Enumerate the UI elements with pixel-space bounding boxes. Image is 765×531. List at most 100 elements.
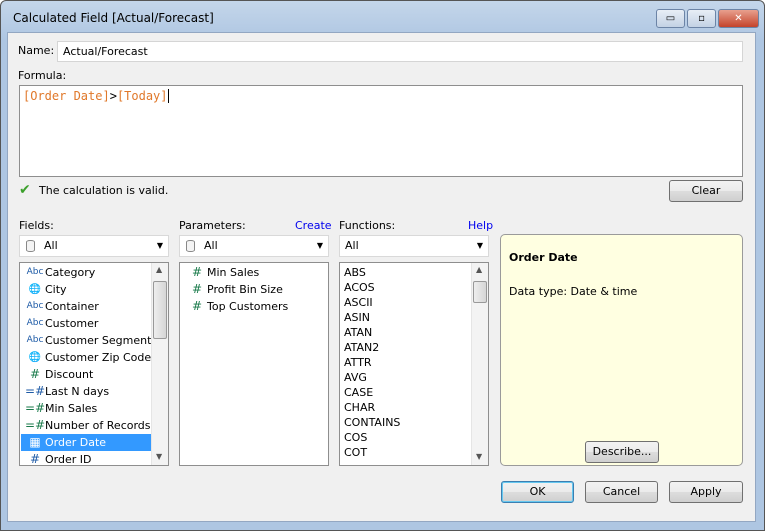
number-icon: # — [29, 367, 41, 381]
field-label: Customer Segment — [45, 334, 152, 347]
status-text: The calculation is valid. — [39, 184, 169, 197]
field-label: Min Sales — [45, 402, 98, 415]
globe-icon: 🌐 — [28, 284, 42, 295]
parameters-filter-value: All — [204, 239, 218, 252]
info-title: Order Date — [509, 251, 578, 264]
info-detail: Data type: Date & time — [509, 285, 638, 298]
create-parameter-link[interactable]: Create — [295, 219, 332, 232]
chevron-down-icon: ▼ — [316, 241, 323, 250]
fields-scrollbar[interactable]: ▲ ▼ — [151, 263, 168, 465]
fields-filter-dropdown[interactable]: All ▼ — [19, 235, 169, 257]
formula-operator: > — [109, 89, 117, 103]
close-button[interactable]: ✕ — [718, 9, 759, 28]
parameter-label: Profit Bin Size — [207, 283, 283, 296]
function-item[interactable]: ACOS — [341, 280, 487, 295]
functions-label: Functions: — [339, 219, 396, 232]
field-item[interactable]: =# Min Sales — [21, 400, 167, 417]
function-item[interactable]: COS — [341, 430, 487, 445]
function-item[interactable]: ABS — [341, 265, 487, 280]
maximize-button[interactable]: ▫ — [687, 9, 716, 28]
calculated-number-icon: =# — [25, 418, 46, 432]
cancel-button[interactable]: Cancel — [585, 481, 658, 503]
describe-button[interactable]: Describe... — [585, 441, 659, 463]
field-label: Number of Records — [45, 419, 151, 432]
formula-field-today: [Today] — [116, 89, 169, 103]
number-icon: # — [191, 299, 203, 313]
field-item[interactable]: =# Last N days — [21, 383, 167, 400]
calculated-number-icon: =# — [25, 384, 46, 398]
text-type-icon: Abc — [26, 318, 44, 328]
function-item[interactable]: ATTR — [341, 355, 487, 370]
text-type-icon: Abc — [26, 301, 44, 311]
field-label: Discount — [45, 368, 94, 381]
calculated-number-icon: =# — [25, 401, 46, 415]
function-item[interactable]: AVG — [341, 370, 487, 385]
parameter-label: Min Sales — [207, 266, 260, 279]
field-label: Order Date — [45, 436, 107, 449]
formula-label: Formula: — [18, 69, 67, 82]
valid-check-icon: ✔ — [19, 182, 31, 198]
parameters-list[interactable]: # Min Sales # Profit Bin Size # Top Customers — [179, 262, 329, 466]
fields-label: Fields: — [19, 219, 54, 232]
function-item[interactable]: CASE — [341, 385, 487, 400]
number-icon: # — [191, 265, 203, 279]
window-title: Calculated Field [Actual/Forecast] — [13, 11, 214, 25]
field-label: City — [45, 283, 67, 296]
database-icon — [26, 240, 35, 252]
functions-filter-dropdown[interactable]: All ▼ — [339, 235, 489, 257]
chevron-down-icon: ▼ — [476, 241, 483, 250]
function-item[interactable]: CHAR — [341, 400, 487, 415]
scrollbar-thumb[interactable] — [153, 281, 167, 339]
fields-list[interactable]: Abc Category 🌐 City Abc Container Abc Customer A… — [19, 262, 169, 466]
name-input[interactable]: Actual/Forecast — [57, 41, 743, 62]
globe-icon: 🌐 — [28, 352, 42, 363]
parameters-filter-dropdown[interactable]: All ▼ — [179, 235, 329, 257]
chevron-down-icon: ▼ — [156, 241, 163, 250]
fields-filter-value: All — [44, 239, 58, 252]
field-item[interactable]: =# Number of Records — [21, 417, 167, 434]
date-time-icon: ▦ — [29, 435, 41, 449]
field-label: Last N days — [45, 385, 110, 398]
parameter-item[interactable]: # Min Sales — [181, 264, 327, 281]
info-panel: Order Date Data type: Date & time Descri… — [500, 234, 743, 466]
field-label: Customer — [45, 317, 99, 330]
text-type-icon: Abc — [26, 335, 44, 345]
functions-scrollbar[interactable]: ▲ ▼ — [471, 263, 488, 465]
ok-button[interactable]: OK — [501, 481, 574, 503]
field-label: Category — [45, 266, 96, 279]
field-item[interactable]: Abc Customer Segment — [21, 332, 167, 349]
field-label: Order ID — [45, 453, 92, 466]
parameters-label: Parameters: — [179, 219, 246, 232]
clear-button[interactable]: Clear — [669, 180, 743, 202]
function-item[interactable]: COT — [341, 445, 487, 460]
field-item[interactable]: # Order ID — [21, 451, 167, 466]
field-label: Container — [45, 300, 99, 313]
minimize-button[interactable]: ▭ — [656, 9, 685, 28]
field-item[interactable]: 🌐 City — [21, 281, 167, 298]
field-item[interactable]: # Discount — [21, 366, 167, 383]
formula-editor[interactable]: [Order Date]>[Today] — [19, 85, 743, 177]
function-item[interactable]: ASIN — [341, 310, 487, 325]
function-item[interactable]: ATAN — [341, 325, 487, 340]
text-type-icon: Abc — [26, 267, 44, 277]
field-item[interactable]: Abc Container — [21, 298, 167, 315]
number-icon: # — [29, 452, 41, 466]
parameter-item[interactable]: # Profit Bin Size — [181, 281, 327, 298]
parameter-item[interactable]: # Top Customers — [181, 298, 327, 315]
field-item[interactable]: Abc Customer — [21, 315, 167, 332]
number-icon: # — [191, 282, 203, 296]
name-label: Name: — [18, 44, 55, 57]
apply-button[interactable]: Apply — [669, 481, 743, 503]
functions-list[interactable]: ABS ACOS ASCII ASIN ATAN ATAN2 ATTR AVG CASE CHAR… — [339, 262, 489, 466]
function-item[interactable]: ASCII — [341, 295, 487, 310]
field-item[interactable]: 🌐 Customer Zip Code — [21, 349, 167, 366]
functions-help-link[interactable]: Help — [468, 219, 493, 232]
parameter-label: Top Customers — [207, 300, 289, 313]
formula-field-order-date: [Order Date] — [23, 89, 110, 103]
field-item[interactable]: ▦ Order Date — [21, 434, 167, 451]
scrollbar-thumb[interactable] — [473, 281, 487, 303]
function-item[interactable]: CONTAINS — [341, 415, 487, 430]
function-item[interactable]: ATAN2 — [341, 340, 487, 355]
functions-filter-value: All — [345, 239, 359, 252]
field-item[interactable]: Abc Category — [21, 264, 167, 281]
